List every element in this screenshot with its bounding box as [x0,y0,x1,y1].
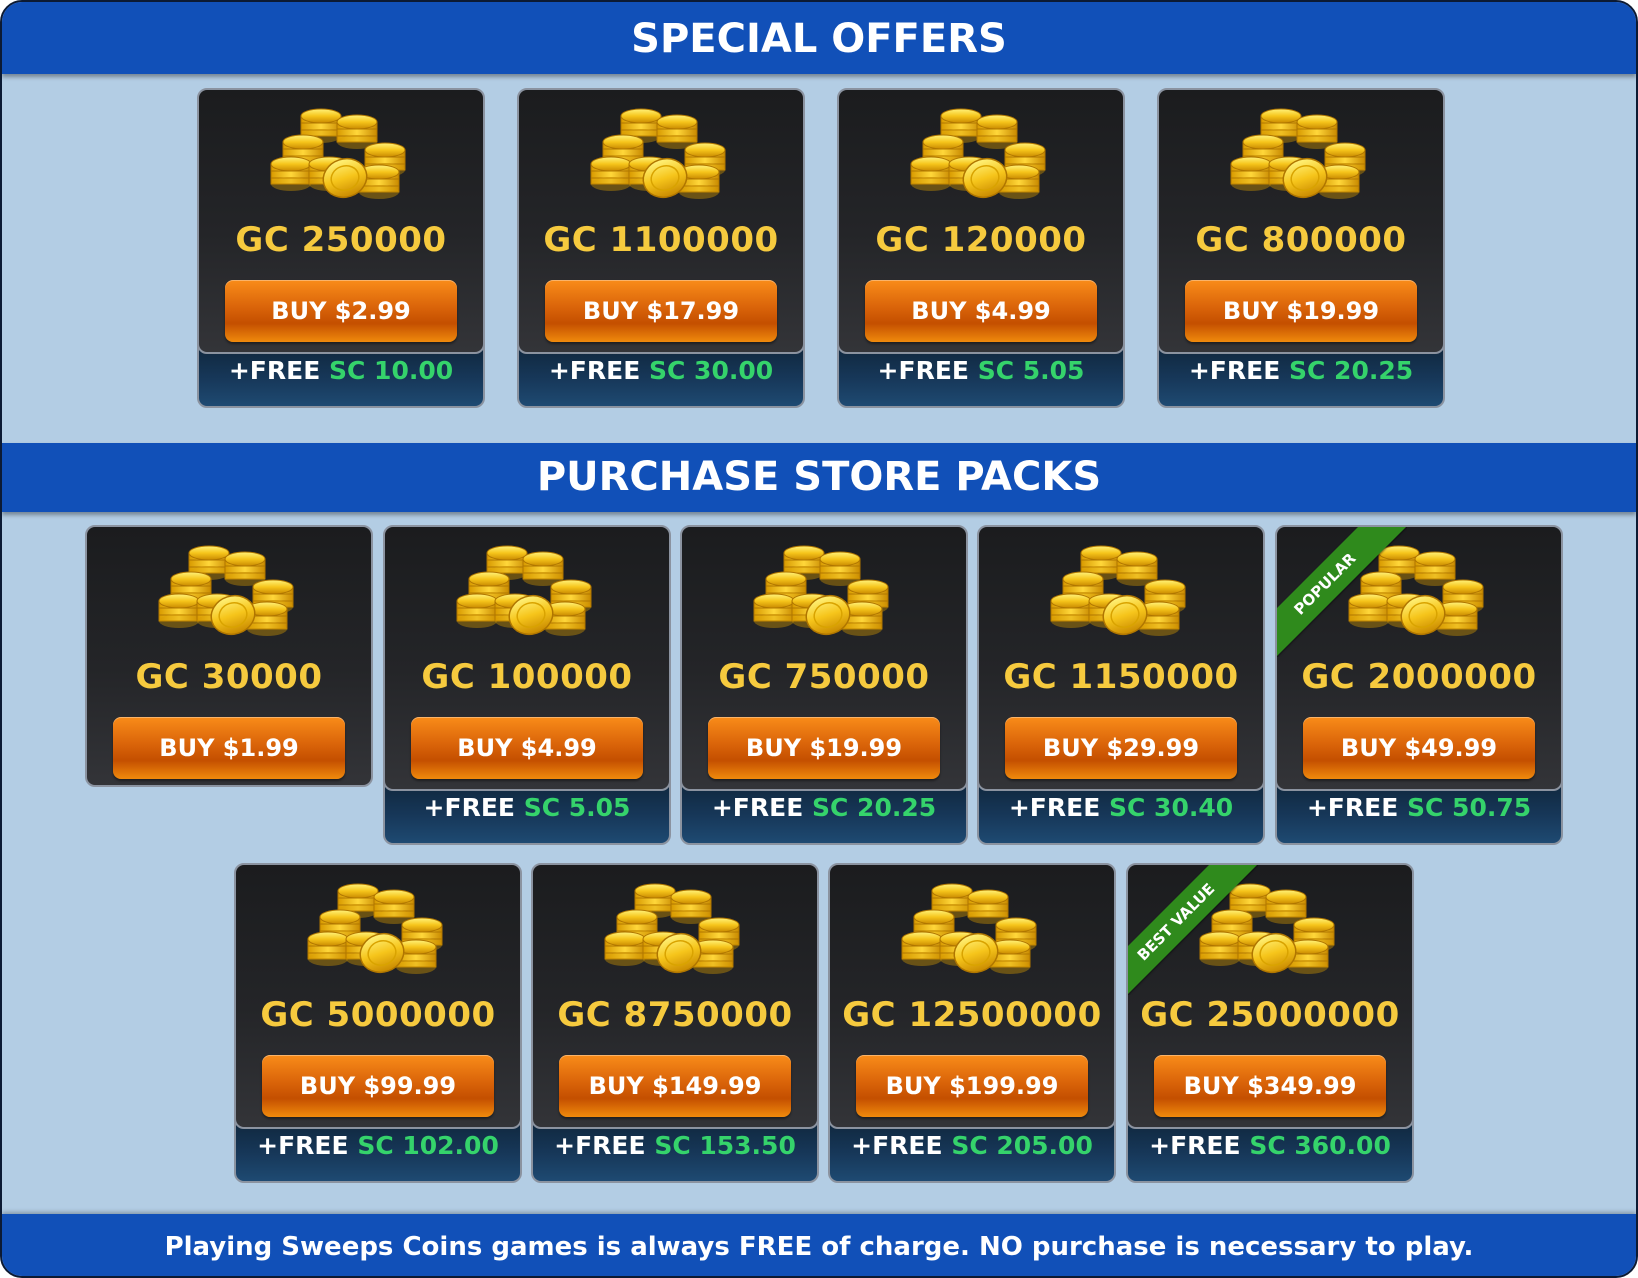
gc-amount: GC 800000 [1195,220,1407,260]
pack-card[interactable]: GC 30000 BUY $1.99 [85,525,373,787]
pack-card-main: BEST VALUE GC 25000000 BUY $349.99 [1126,863,1414,1129]
sc-amount: SC 10.00 [329,356,454,385]
pack-card[interactable]: GC 100000 BUY $4.99 +FREE SC 5.05 [383,525,671,845]
pack-card-main: GC 100000 BUY $4.99 [383,525,671,791]
gold-coins-icon [909,102,1053,204]
buy-button[interactable]: BUY $49.99 [1303,717,1535,779]
gc-amount: GC 2000000 [1301,657,1537,697]
sc-amount: SC 360.00 [1249,1131,1391,1160]
gold-coins-icon [157,539,301,641]
gc-amount: GC 1150000 [1003,657,1239,697]
pack-card-main: GC 8750000 BUY $149.99 [531,863,819,1129]
gold-coins-icon [1049,539,1193,641]
buy-button[interactable]: BUY $2.99 [225,280,457,342]
gold-coins-icon [589,102,733,204]
gold-coins-icon [752,539,896,641]
special-offers-header: SPECIAL OFFERS [2,2,1636,74]
buy-button[interactable]: BUY $17.99 [545,280,777,342]
popular-ribbon: POPULAR [1277,527,1407,657]
pack-card[interactable]: POPULAR GC 2000000 BUY $49.99 +FREE SC 5… [1275,525,1563,845]
sc-amount: SC 20.25 [1289,356,1414,385]
sc-amount: SC 30.40 [1109,793,1234,822]
free-sc-label: +FREE SC 153.50 [554,1131,796,1160]
gold-coins-icon [603,877,747,979]
buy-button[interactable]: BUY $1.99 [113,717,345,779]
pack-card[interactable]: GC 8750000 BUY $149.99 +FREE SC 153.50 [531,863,819,1183]
free-sc-label: +FREE SC 10.00 [228,356,454,385]
free-sc-label: +FREE SC 102.00 [257,1131,499,1160]
gc-amount: GC 120000 [875,220,1087,260]
free-sc-label: +FREE SC 20.25 [711,793,937,822]
sc-amount: SC 50.75 [1407,793,1532,822]
sc-amount: SC 5.05 [977,356,1085,385]
buy-button[interactable]: BUY $29.99 [1005,717,1237,779]
pack-card-main: GC 30000 BUY $1.99 [85,525,373,787]
sc-amount: SC 205.00 [951,1131,1093,1160]
offer-card-main: GC 120000 BUY $4.99 [837,88,1125,354]
offer-card-main: GC 800000 BUY $19.99 [1157,88,1445,354]
gc-amount: GC 100000 [421,657,633,697]
gc-amount: GC 5000000 [260,995,496,1035]
gold-coins-icon [900,877,1044,979]
gold-coins-icon [269,102,413,204]
gold-coins-icon [306,877,450,979]
pack-card-main: GC 1150000 BUY $29.99 [977,525,1265,791]
offer-card[interactable]: GC 120000 BUY $4.99 +FREE SC 5.05 [837,88,1125,408]
free-sc-label: +FREE SC 20.25 [1188,356,1414,385]
sc-amount: SC 102.00 [357,1131,499,1160]
free-sc-label: +FREE SC 5.05 [877,356,1085,385]
gold-coins-icon [455,539,599,641]
footer-disclaimer: Playing Sweeps Coins games is always FRE… [2,1214,1636,1276]
gc-amount: GC 750000 [718,657,930,697]
buy-button[interactable]: BUY $199.99 [856,1055,1088,1117]
buy-button[interactable]: BUY $349.99 [1154,1055,1386,1117]
pack-card[interactable]: GC 750000 BUY $19.99 +FREE SC 20.25 [680,525,968,845]
gc-amount: GC 8750000 [557,995,793,1035]
free-sc-label: +FREE SC 360.00 [1149,1131,1391,1160]
buy-button[interactable]: BUY $19.99 [708,717,940,779]
pack-card[interactable]: GC 12500000 BUY $199.99 +FREE SC 205.00 [828,863,1116,1183]
buy-button[interactable]: BUY $99.99 [262,1055,494,1117]
pack-card-main: GC 5000000 BUY $99.99 [234,863,522,1129]
pack-card[interactable]: GC 1150000 BUY $29.99 +FREE SC 30.40 [977,525,1265,845]
free-sc-label: +FREE SC 30.40 [1008,793,1234,822]
sc-amount: SC 30.00 [649,356,774,385]
buy-button[interactable]: BUY $149.99 [559,1055,791,1117]
gc-amount: GC 12500000 [842,995,1102,1035]
sc-amount: SC 5.05 [523,793,631,822]
best-value-ribbon: BEST VALUE [1128,865,1258,995]
offer-card-main: GC 250000 BUY $2.99 [197,88,485,354]
gold-coins-icon [1229,102,1373,204]
sc-amount: SC 20.25 [812,793,937,822]
gc-amount: GC 25000000 [1140,995,1400,1035]
buy-button[interactable]: BUY $4.99 [865,280,1097,342]
free-sc-label: +FREE SC 50.75 [1306,793,1532,822]
sc-amount: SC 153.50 [654,1131,796,1160]
ribbon: BEST VALUE [1128,865,1258,995]
pack-card-main: GC 12500000 BUY $199.99 [828,863,1116,1129]
store-frame: SPECIAL OFFERS GC 250000 BUY $2.99 +FREE… [0,0,1638,1278]
free-sc-label: +FREE SC 30.00 [548,356,774,385]
store-packs-header: PURCHASE STORE PACKS [2,443,1636,512]
ribbon: POPULAR [1277,527,1407,657]
offer-card[interactable]: GC 800000 BUY $19.99 +FREE SC 20.25 [1157,88,1445,408]
gc-amount: GC 30000 [135,657,323,697]
offer-card-main: GC 1100000 BUY $17.99 [517,88,805,354]
buy-button[interactable]: BUY $19.99 [1185,280,1417,342]
offer-card[interactable]: GC 250000 BUY $2.99 +FREE SC 10.00 [197,88,485,408]
pack-card-main: POPULAR GC 2000000 BUY $49.99 [1275,525,1563,791]
pack-card[interactable]: BEST VALUE GC 25000000 BUY $349.99 +FREE… [1126,863,1414,1183]
buy-button[interactable]: BUY $4.99 [411,717,643,779]
pack-card[interactable]: GC 5000000 BUY $99.99 +FREE SC 102.00 [234,863,522,1183]
free-sc-label: +FREE SC 5.05 [423,793,631,822]
pack-card-main: GC 750000 BUY $19.99 [680,525,968,791]
free-sc-label: +FREE SC 205.00 [851,1131,1093,1160]
gc-amount: GC 1100000 [543,220,779,260]
gc-amount: GC 250000 [235,220,447,260]
offer-card[interactable]: GC 1100000 BUY $17.99 +FREE SC 30.00 [517,88,805,408]
